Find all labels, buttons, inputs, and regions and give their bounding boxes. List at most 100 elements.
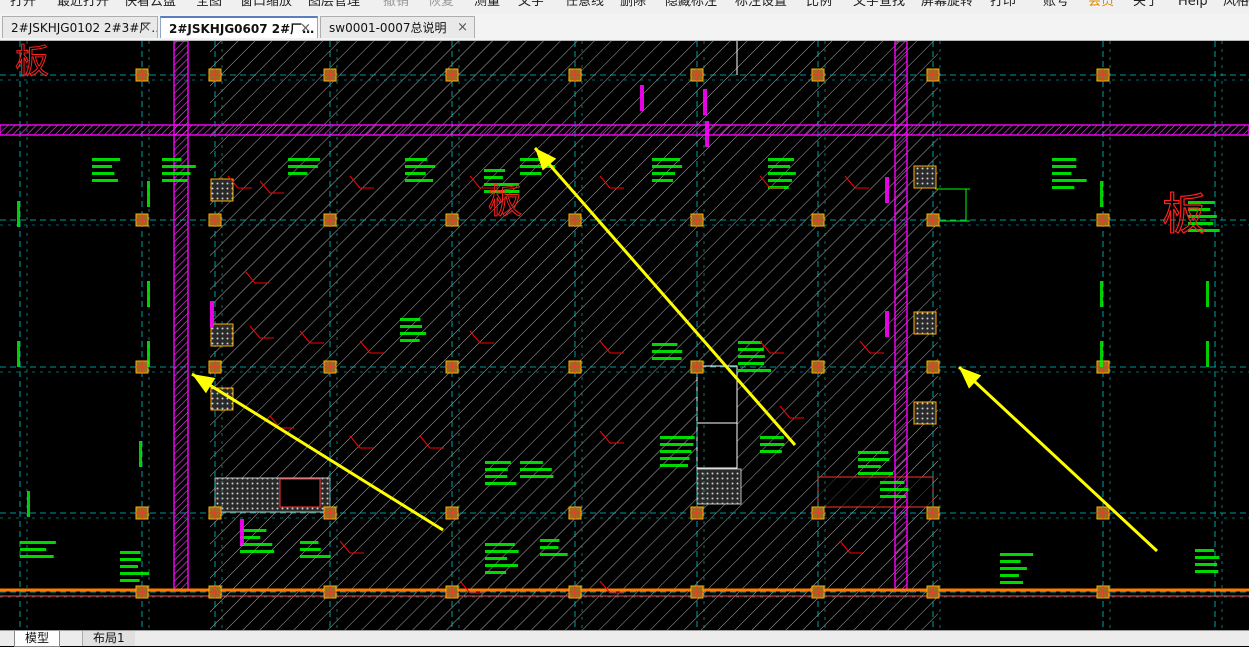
menu-item[interactable]: 打开 [10, 0, 36, 10]
close-icon[interactable]: × [140, 17, 151, 38]
menu-item[interactable]: 图层管理 [308, 0, 360, 10]
menu-item[interactable]: 打印 [990, 0, 1016, 10]
rebar-label [760, 450, 782, 453]
beam-label [640, 85, 644, 111]
rebar-label [120, 572, 150, 575]
column-detail [210, 323, 234, 347]
menu-item[interactable]: 快看云盘 [124, 0, 176, 10]
rebar-label [162, 172, 191, 175]
menu-item[interactable]: 隐藏标注 [665, 0, 717, 10]
menu-item[interactable]: 关于 [1133, 0, 1159, 10]
document-tab-label: 2#JSKHJG0607 2#厂… [169, 22, 315, 36]
layout-tab-label: 布局1 [93, 631, 125, 645]
beam-label [885, 177, 889, 203]
menu-item[interactable]: 风格 [1223, 0, 1249, 10]
vertical-rebar-label [1100, 281, 1103, 307]
cad-drawing-canvas[interactable]: 板 板 板 [0, 41, 1249, 630]
rebar-label [652, 343, 678, 346]
rebar-label [120, 579, 140, 582]
menu-item[interactable]: 删除 [620, 0, 646, 10]
pit [817, 476, 934, 508]
rebar-label [738, 362, 764, 365]
menu-item[interactable]: 窗口缩放 [240, 0, 292, 10]
rebar-label [485, 482, 517, 485]
rebar-label [652, 158, 680, 161]
close-icon[interactable]: × [457, 17, 468, 38]
menu-item[interactable]: 任意线 [565, 0, 604, 10]
menu-item[interactable]: 恢复 [428, 0, 454, 10]
rebar-label [120, 558, 141, 561]
rebar-label [738, 369, 772, 372]
rebar-label [485, 550, 519, 553]
rebar-label [485, 468, 508, 471]
menu-item[interactable]: 屏幕旋转 [921, 0, 973, 10]
rebar-label [288, 172, 308, 175]
rebar-label [20, 541, 56, 544]
rebar-label [652, 357, 682, 360]
rebar-label [92, 158, 121, 161]
rebar-label [880, 488, 909, 491]
document-tab-2[interactable]: sw0001-0007总说明 × [320, 16, 475, 38]
rebar-label [768, 165, 791, 168]
rebar-label [1195, 556, 1220, 559]
menu-item[interactable]: 标注设置 [735, 0, 787, 10]
rebar-label [1195, 563, 1218, 566]
document-tab-label: sw0001-0007总说明 [329, 21, 447, 35]
layout-tab-label: 模型 [25, 631, 50, 645]
rebar-label [92, 179, 118, 182]
rebar-label [652, 179, 674, 182]
rebar-label [405, 165, 436, 168]
menu-item[interactable]: 比例 [806, 0, 832, 10]
rebar-label [540, 553, 568, 556]
document-tab-0[interactable]: 2#JSKHJG0102 2#3#厂… × [2, 16, 158, 38]
vertical-rebar-label [27, 491, 30, 517]
vertical-rebar-label [139, 441, 142, 467]
rebar-label [1000, 581, 1024, 584]
rebar-label [120, 551, 141, 554]
beam-vertical [894, 41, 908, 592]
document-tab-1[interactable]: 2#JSKHJG0607 2#厂… × [160, 16, 318, 38]
rebar-label [485, 564, 518, 567]
rebar-label [1052, 158, 1077, 161]
annotation-board: 板 [488, 182, 522, 222]
rebar-label [660, 443, 694, 446]
vertical-rebar-label [147, 181, 150, 207]
vertical-rebar-label [17, 201, 20, 227]
rebar-label [1052, 165, 1077, 168]
mesh-area [696, 468, 742, 505]
rebar-label [162, 179, 188, 182]
menu-item[interactable]: 文字 [518, 0, 544, 10]
opening [696, 365, 738, 427]
menu-item[interactable]: 最近打开 [57, 0, 109, 10]
rebar-label [92, 172, 115, 175]
beam-label [703, 89, 707, 115]
menu-item[interactable]: 测量 [474, 0, 500, 10]
menu-item[interactable]: 撤销 [383, 0, 409, 10]
rebar-label [400, 332, 427, 335]
menu-item[interactable]: 账号 [1043, 0, 1069, 10]
rebar-label [660, 436, 695, 439]
menu-item[interactable]: 会员 [1088, 0, 1114, 10]
rebar-label [858, 451, 889, 454]
rebar-label [738, 348, 764, 351]
rebar-label [738, 355, 765, 358]
rebar-label [1195, 570, 1219, 573]
rebar-label [880, 481, 905, 484]
rebar-label [485, 543, 515, 546]
vertical-rebar-label [147, 341, 150, 367]
vertical-rebar-label [1206, 281, 1209, 307]
rebar-label [660, 450, 692, 453]
annotation-board: 板 [15, 42, 49, 82]
rebar-label [1000, 560, 1021, 563]
layout-tab-layout1[interactable]: 布局1 [82, 631, 135, 646]
rebar-label [858, 465, 881, 468]
rebar-label [652, 350, 683, 353]
menu-item[interactable]: 文字查找 [853, 0, 905, 10]
close-icon[interactable]: × [300, 18, 311, 38]
menu-item[interactable]: Help [1178, 0, 1208, 10]
rebar-label [540, 546, 559, 549]
rebar-label [162, 165, 196, 168]
rebar-label [768, 158, 795, 161]
rebar-label [520, 468, 552, 471]
menu-item[interactable]: 全图 [196, 0, 222, 10]
